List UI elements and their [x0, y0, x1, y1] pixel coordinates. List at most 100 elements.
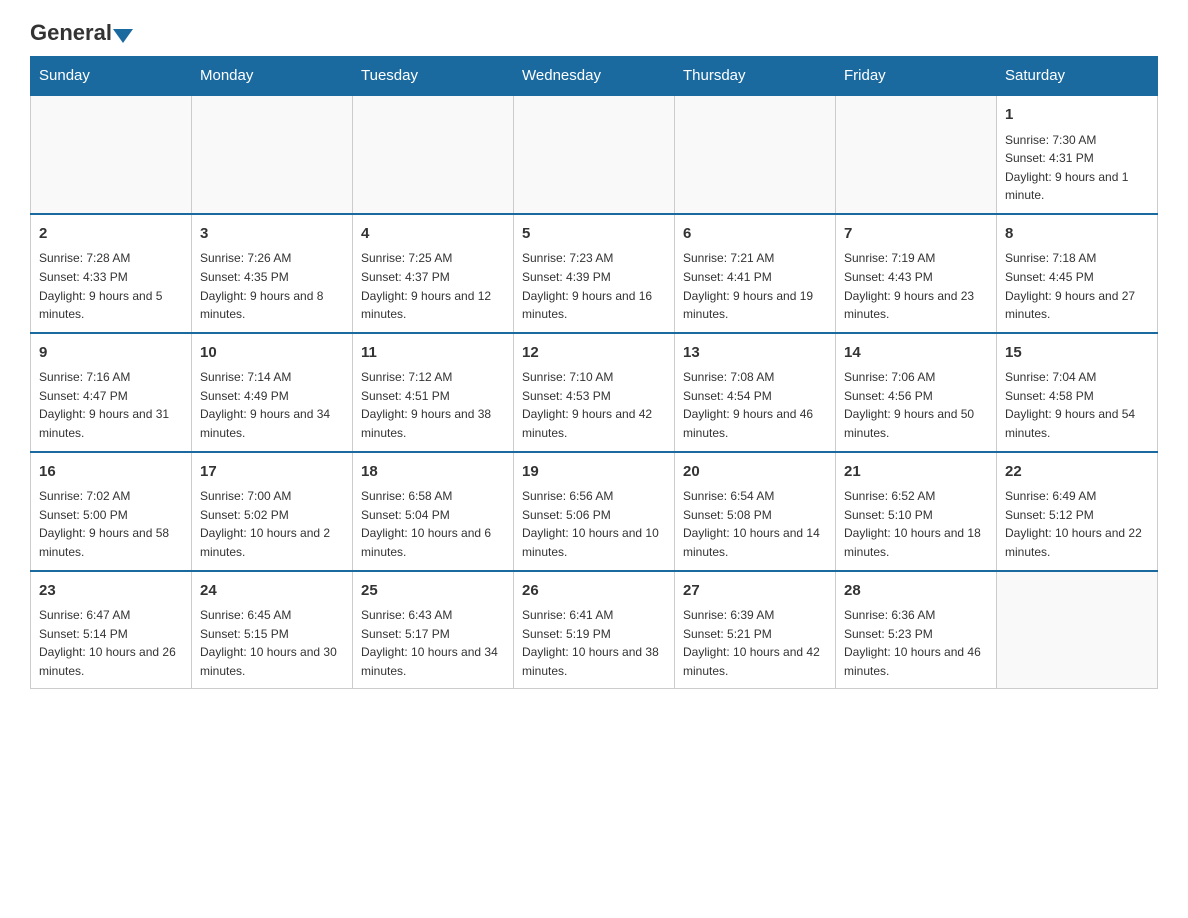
day-info: Sunrise: 7:12 AMSunset: 4:51 PMDaylight:… [361, 368, 505, 442]
week-row: 9 Sunrise: 7:16 AMSunset: 4:47 PMDaylight… [31, 333, 1158, 452]
day-info: Sunrise: 7:06 AMSunset: 4:56 PMDaylight:… [844, 368, 988, 442]
calendar-cell: 21 Sunrise: 6:52 AMSunset: 5:10 PMDayligh… [836, 452, 997, 571]
logo-triangle-icon [113, 29, 133, 43]
day-info: Sunrise: 6:43 AMSunset: 5:17 PMDaylight:… [361, 606, 505, 680]
week-row: 16 Sunrise: 7:02 AMSunset: 5:00 PMDayligh… [31, 452, 1158, 571]
day-number: 18 [361, 461, 505, 484]
day-info: Sunrise: 7:19 AMSunset: 4:43 PMDaylight:… [844, 249, 988, 323]
calendar-cell: 22 Sunrise: 6:49 AMSunset: 5:12 PMDayligh… [997, 452, 1158, 571]
calendar-cell: 14 Sunrise: 7:06 AMSunset: 4:56 PMDayligh… [836, 333, 997, 452]
day-number: 16 [39, 461, 183, 484]
day-number: 11 [361, 342, 505, 365]
logo-general-text: General [30, 20, 112, 46]
day-number: 14 [844, 342, 988, 365]
day-info: Sunrise: 6:36 AMSunset: 5:23 PMDaylight:… [844, 606, 988, 680]
calendar-cell: 18 Sunrise: 6:58 AMSunset: 5:04 PMDayligh… [353, 452, 514, 571]
calendar-cell: 25 Sunrise: 6:43 AMSunset: 5:17 PMDayligh… [353, 571, 514, 689]
day-info: Sunrise: 7:14 AMSunset: 4:49 PMDaylight:… [200, 368, 344, 442]
day-info: Sunrise: 7:18 AMSunset: 4:45 PMDaylight:… [1005, 249, 1149, 323]
calendar-cell: 28 Sunrise: 6:36 AMSunset: 5:23 PMDayligh… [836, 571, 997, 689]
calendar-cell: 1 Sunrise: 7:30 AMSunset: 4:31 PMDaylight… [997, 95, 1158, 214]
col-friday: Friday [836, 57, 997, 96]
day-number: 8 [1005, 223, 1149, 246]
day-number: 10 [200, 342, 344, 365]
calendar-cell: 8 Sunrise: 7:18 AMSunset: 4:45 PMDaylight… [997, 214, 1158, 333]
calendar-cell: 19 Sunrise: 6:56 AMSunset: 5:06 PMDayligh… [514, 452, 675, 571]
day-number: 22 [1005, 461, 1149, 484]
calendar-table: Sunday Monday Tuesday Wednesday Thursday… [30, 56, 1158, 689]
day-info: Sunrise: 7:16 AMSunset: 4:47 PMDaylight:… [39, 368, 183, 442]
day-number: 7 [844, 223, 988, 246]
calendar-cell [675, 95, 836, 214]
day-info: Sunrise: 6:41 AMSunset: 5:19 PMDaylight:… [522, 606, 666, 680]
day-number: 20 [683, 461, 827, 484]
day-number: 15 [1005, 342, 1149, 365]
calendar-cell: 23 Sunrise: 6:47 AMSunset: 5:14 PMDayligh… [31, 571, 192, 689]
day-number: 21 [844, 461, 988, 484]
day-number: 4 [361, 223, 505, 246]
day-number: 19 [522, 461, 666, 484]
day-number: 26 [522, 580, 666, 603]
col-wednesday: Wednesday [514, 57, 675, 96]
day-info: Sunrise: 6:47 AMSunset: 5:14 PMDaylight:… [39, 606, 183, 680]
calendar-cell: 4 Sunrise: 7:25 AMSunset: 4:37 PMDaylight… [353, 214, 514, 333]
day-info: Sunrise: 7:04 AMSunset: 4:58 PMDaylight:… [1005, 368, 1149, 442]
day-info: Sunrise: 7:30 AMSunset: 4:31 PMDaylight:… [1005, 131, 1149, 205]
day-info: Sunrise: 6:39 AMSunset: 5:21 PMDaylight:… [683, 606, 827, 680]
day-info: Sunrise: 6:54 AMSunset: 5:08 PMDaylight:… [683, 487, 827, 561]
week-row: 2Sunrise: 7:28 AMSunset: 4:33 PMDaylight… [31, 214, 1158, 333]
day-info: Sunrise: 6:56 AMSunset: 5:06 PMDaylight:… [522, 487, 666, 561]
day-info: Sunrise: 6:49 AMSunset: 5:12 PMDaylight:… [1005, 487, 1149, 561]
day-info: Sunrise: 7:26 AMSunset: 4:35 PMDaylight:… [200, 249, 344, 323]
calendar-cell: 7 Sunrise: 7:19 AMSunset: 4:43 PMDaylight… [836, 214, 997, 333]
day-number: 23 [39, 580, 183, 603]
day-info: Sunrise: 6:52 AMSunset: 5:10 PMDaylight:… [844, 487, 988, 561]
calendar-cell: 12Sunrise: 7:10 AMSunset: 4:53 PMDayligh… [514, 333, 675, 452]
week-row: 23 Sunrise: 6:47 AMSunset: 5:14 PMDayligh… [31, 571, 1158, 689]
page-header: General [30, 20, 1158, 46]
col-tuesday: Tuesday [353, 57, 514, 96]
calendar-header-row: Sunday Monday Tuesday Wednesday Thursday… [31, 57, 1158, 96]
calendar-cell [192, 95, 353, 214]
day-number: 13 [683, 342, 827, 365]
logo: General [30, 20, 135, 46]
day-info: Sunrise: 7:25 AMSunset: 4:37 PMDaylight:… [361, 249, 505, 323]
calendar-cell: 13 Sunrise: 7:08 AMSunset: 4:54 PMDayligh… [675, 333, 836, 452]
day-info: Sunrise: 7:08 AMSunset: 4:54 PMDaylight:… [683, 368, 827, 442]
calendar-cell: 27 Sunrise: 6:39 AMSunset: 5:21 PMDayligh… [675, 571, 836, 689]
calendar-cell: 16 Sunrise: 7:02 AMSunset: 5:00 PMDayligh… [31, 452, 192, 571]
day-number: 9 [39, 342, 183, 365]
calendar-cell: 10 Sunrise: 7:14 AMSunset: 4:49 PMDayligh… [192, 333, 353, 452]
day-info: Sunrise: 7:23 AMSunset: 4:39 PMDaylight:… [522, 249, 666, 323]
day-number: 5 [522, 223, 666, 246]
day-info: Sunrise: 7:02 AMSunset: 5:00 PMDaylight:… [39, 487, 183, 561]
day-number: 27 [683, 580, 827, 603]
col-saturday: Saturday [997, 57, 1158, 96]
col-sunday: Sunday [31, 57, 192, 96]
day-info: Sunrise: 6:58 AMSunset: 5:04 PMDaylight:… [361, 487, 505, 561]
calendar-cell: 3 Sunrise: 7:26 AMSunset: 4:35 PMDaylight… [192, 214, 353, 333]
calendar-cell [997, 571, 1158, 689]
calendar-cell [353, 95, 514, 214]
calendar-cell: 24 Sunrise: 6:45 AMSunset: 5:15 PMDayligh… [192, 571, 353, 689]
day-number: 2 [39, 223, 183, 246]
day-number: 1 [1005, 104, 1149, 127]
calendar-cell [836, 95, 997, 214]
day-number: 6 [683, 223, 827, 246]
calendar-cell: 2Sunrise: 7:28 AMSunset: 4:33 PMDaylight… [31, 214, 192, 333]
day-number: 24 [200, 580, 344, 603]
week-row: 1 Sunrise: 7:30 AMSunset: 4:31 PMDaylight… [31, 95, 1158, 214]
day-info: Sunrise: 6:45 AMSunset: 5:15 PMDaylight:… [200, 606, 344, 680]
col-thursday: Thursday [675, 57, 836, 96]
day-number: 3 [200, 223, 344, 246]
calendar-cell: 9 Sunrise: 7:16 AMSunset: 4:47 PMDaylight… [31, 333, 192, 452]
day-number: 17 [200, 461, 344, 484]
calendar-cell: 6Sunrise: 7:21 AMSunset: 4:41 PMDaylight… [675, 214, 836, 333]
col-monday: Monday [192, 57, 353, 96]
day-number: 28 [844, 580, 988, 603]
day-number: 12 [522, 342, 666, 365]
calendar-cell [514, 95, 675, 214]
calendar-cell: 26 Sunrise: 6:41 AMSunset: 5:19 PMDayligh… [514, 571, 675, 689]
day-number: 25 [361, 580, 505, 603]
day-info: Sunrise: 7:00 AMSunset: 5:02 PMDaylight:… [200, 487, 344, 561]
